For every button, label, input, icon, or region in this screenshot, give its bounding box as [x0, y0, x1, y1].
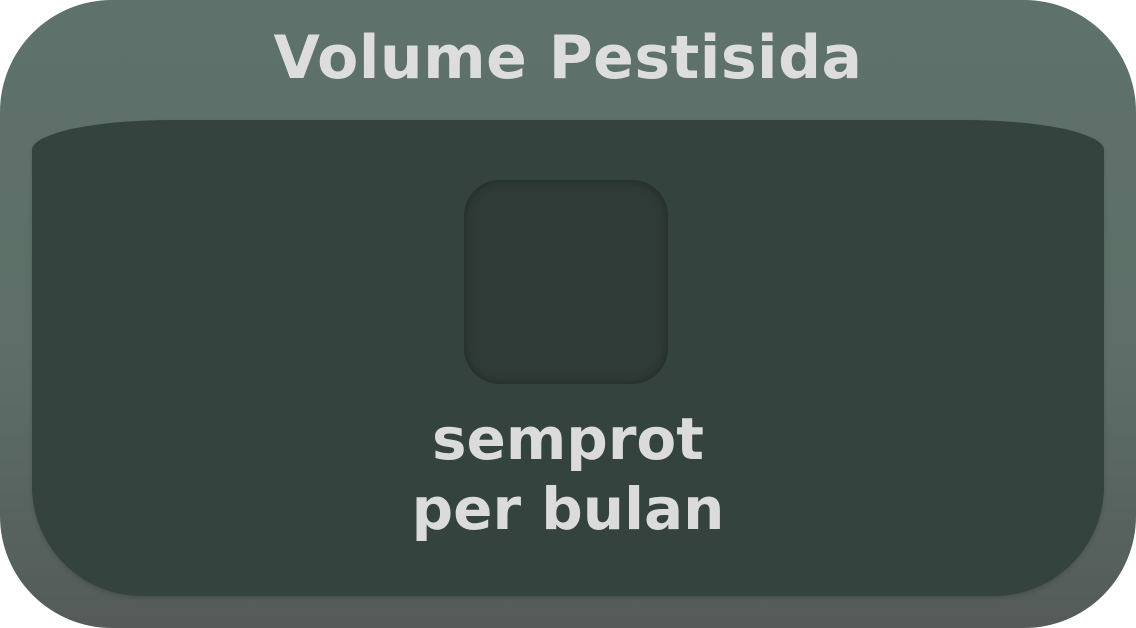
unit-label-line1: semprot [432, 405, 704, 473]
card-title: Volume Pestisida [273, 23, 863, 93]
unit-label-line2: per bulan [411, 475, 725, 543]
unit-label: semprot per bulan [0, 404, 1136, 544]
pesticide-volume-card: Volume Pestisida semprot per bulan [0, 0, 1136, 628]
value-input-box[interactable] [464, 180, 668, 384]
